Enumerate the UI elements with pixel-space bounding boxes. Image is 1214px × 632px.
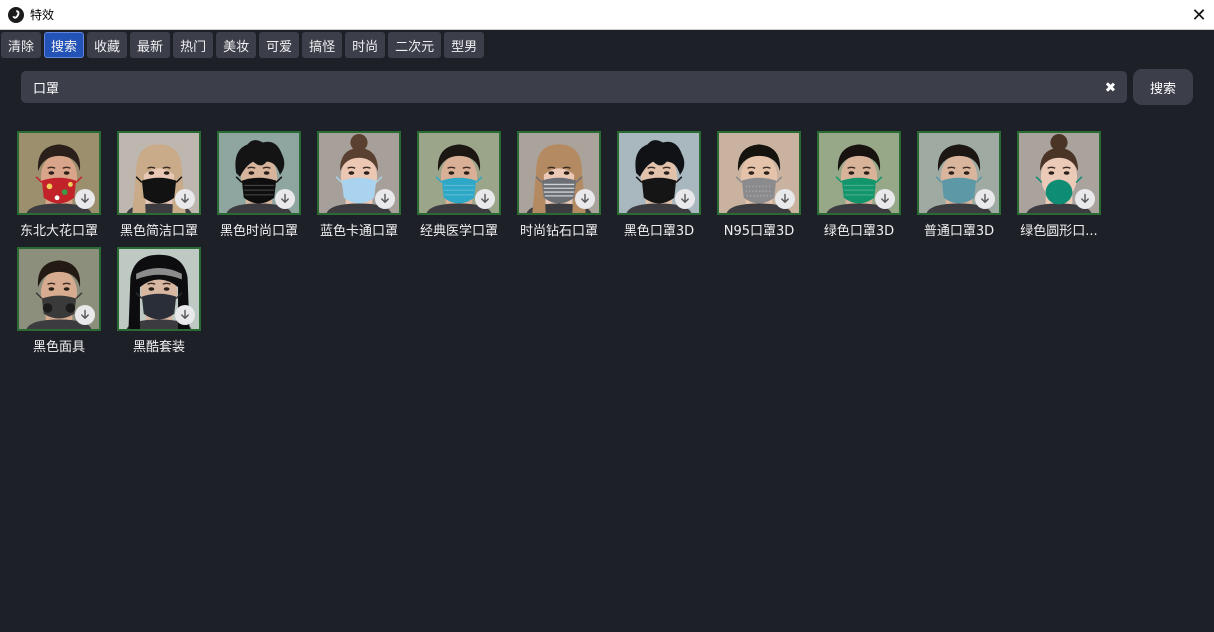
effect-item[interactable]: 蓝色卡通口罩	[317, 131, 401, 239]
effect-label: 黑色简洁口罩	[119, 224, 198, 239]
effect-label: 时尚钻石口罩	[519, 224, 598, 239]
title-bar: 特效 ✕	[0, 0, 1214, 30]
effect-item[interactable]: 时尚钻石口罩	[517, 131, 601, 239]
download-icon[interactable]	[675, 189, 695, 209]
tab-4[interactable]: 热门	[173, 32, 214, 58]
download-icon[interactable]	[275, 189, 295, 209]
effect-label: 绿色圆形口...	[1020, 224, 1098, 239]
download-icon[interactable]	[975, 189, 995, 209]
clear-icon[interactable]	[1103, 80, 1117, 94]
effect-label: 经典医学口罩	[419, 224, 498, 239]
effect-item[interactable]: 黑色时尚口罩	[217, 131, 301, 239]
effect-item[interactable]: 黑色简洁口罩	[117, 131, 201, 239]
search-box	[21, 71, 1127, 103]
effect-thumbnail[interactable]	[717, 131, 801, 215]
effect-item[interactable]: 经典医学口罩	[417, 131, 501, 239]
download-icon[interactable]	[375, 189, 395, 209]
effect-item[interactable]: N95口罩3D	[717, 131, 801, 239]
tab-7[interactable]: 搞怪	[302, 32, 343, 58]
effect-thumbnail[interactable]	[417, 131, 501, 215]
tab-3[interactable]: 最新	[130, 32, 171, 58]
effect-thumbnail[interactable]	[317, 131, 401, 215]
tab-8[interactable]: 时尚	[345, 32, 386, 58]
effect-label: 黑色口罩3D	[623, 224, 695, 239]
search-button[interactable]: 搜索	[1133, 69, 1193, 105]
tab-5[interactable]: 美妆	[216, 32, 257, 58]
effect-item[interactable]: 绿色圆形口...	[1017, 131, 1101, 239]
window-title: 特效	[30, 8, 55, 22]
effect-thumbnail[interactable]	[117, 131, 201, 215]
effect-thumbnail[interactable]	[117, 247, 201, 331]
download-icon[interactable]	[475, 189, 495, 209]
download-icon[interactable]	[575, 189, 595, 209]
effect-label: 黑色时尚口罩	[219, 224, 298, 239]
effect-item[interactable]: 黑色口罩3D	[617, 131, 701, 239]
tab-10[interactable]: 型男	[444, 32, 485, 58]
effect-item[interactable]: 东北大花口罩	[17, 131, 101, 239]
effect-item[interactable]: 黑色面具	[17, 247, 101, 355]
category-tabs: 清除 搜索 收藏 最新 热门 美妆 可爱 搞怪 时尚 二次元 型男	[1, 32, 485, 58]
effect-label: N95口罩3D	[723, 224, 795, 239]
download-icon[interactable]	[1075, 189, 1095, 209]
effect-label: 黑酷套装	[132, 340, 185, 355]
effect-item[interactable]: 黑酷套装	[117, 247, 201, 355]
effect-thumbnail[interactable]	[617, 131, 701, 215]
close-icon[interactable]: ✕	[1184, 0, 1214, 30]
effect-thumbnail[interactable]	[17, 131, 101, 215]
app-logo-icon	[8, 6, 24, 23]
effect-thumbnail[interactable]	[217, 131, 301, 215]
effect-item[interactable]: 绿色口罩3D	[817, 131, 901, 239]
effect-item[interactable]: 普通口罩3D	[917, 131, 1001, 239]
tab-6[interactable]: 可爱	[259, 32, 300, 58]
effect-label: 普通口罩3D	[923, 224, 995, 239]
effect-label: 蓝色卡通口罩	[319, 224, 398, 239]
tab-1[interactable]: 搜索	[44, 32, 85, 58]
effect-thumbnail[interactable]	[1017, 131, 1101, 215]
effect-label: 绿色口罩3D	[823, 224, 895, 239]
download-icon[interactable]	[175, 189, 195, 209]
download-icon[interactable]	[875, 189, 895, 209]
download-icon[interactable]	[75, 305, 95, 325]
download-icon[interactable]	[75, 189, 95, 209]
effect-label: 黑色面具	[32, 340, 85, 355]
tab-0[interactable]: 清除	[1, 32, 42, 58]
effect-thumbnail[interactable]	[817, 131, 901, 215]
effect-thumbnail[interactable]	[17, 247, 101, 331]
tab-2[interactable]: 收藏	[87, 32, 128, 58]
download-icon[interactable]	[175, 305, 195, 325]
effect-thumbnail[interactable]	[917, 131, 1001, 215]
download-icon[interactable]	[775, 189, 795, 209]
effects-grid: 东北大花口罩 黑色简洁口罩 黑色时尚口罩 蓝色卡通口罩 经典医学口罩 时尚钻石口…	[17, 131, 1127, 355]
search-input[interactable]	[21, 78, 1103, 96]
tab-9[interactable]: 二次元	[388, 32, 442, 58]
effect-label: 东北大花口罩	[19, 224, 98, 239]
effect-thumbnail[interactable]	[517, 131, 601, 215]
